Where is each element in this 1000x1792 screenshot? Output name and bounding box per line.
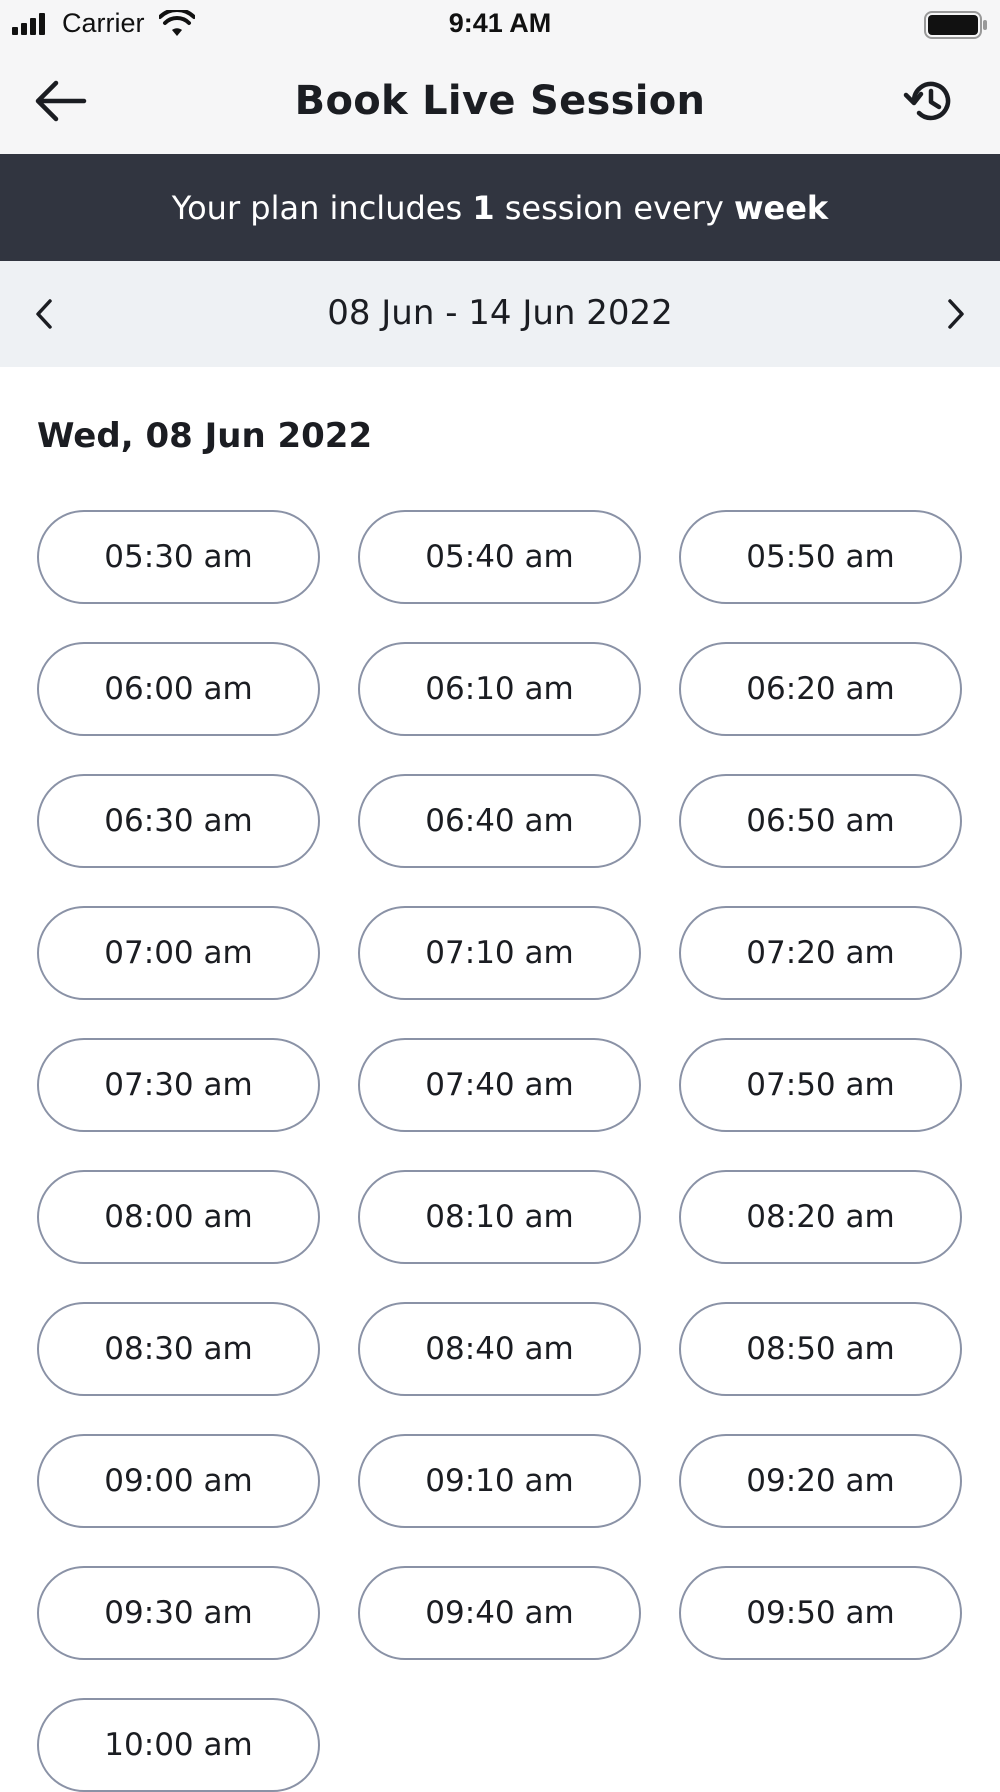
time-slot-button[interactable]: 08:10 am (358, 1170, 641, 1264)
time-slot-button[interactable]: 08:50 am (679, 1302, 962, 1396)
time-slot-button[interactable]: 09:30 am (37, 1566, 320, 1660)
status-bar: Carrier 9:41 AM (0, 0, 1000, 48)
time-slot-button[interactable]: 09:10 am (358, 1434, 641, 1528)
time-slot-button[interactable]: 08:00 am (37, 1170, 320, 1264)
time-slot-button[interactable]: 06:00 am (37, 642, 320, 736)
plan-middle: session every (494, 188, 734, 227)
history-button[interactable] (902, 76, 956, 126)
time-slot-button[interactable]: 08:30 am (37, 1302, 320, 1396)
week-range-label: 08 Jun - 14 Jun 2022 (327, 293, 673, 333)
time-slot-button[interactable]: 08:20 am (679, 1170, 962, 1264)
time-slot-button[interactable]: 06:10 am (358, 642, 641, 736)
plan-banner-text: Your plan includes 1 session every week (172, 189, 828, 227)
time-slot-button[interactable]: 08:40 am (358, 1302, 641, 1396)
plan-banner: Your plan includes 1 session every week (0, 154, 1000, 261)
plan-session-count: 1 (472, 188, 495, 227)
time-slot-button[interactable]: 07:10 am (358, 906, 641, 1000)
time-slot-button[interactable]: 05:40 am (358, 510, 641, 604)
chevron-right-icon (948, 299, 964, 329)
time-slot-button[interactable]: 06:40 am (358, 774, 641, 868)
time-slot-button[interactable]: 07:20 am (679, 906, 962, 1000)
status-time: 9:41 AM (448, 8, 552, 38)
week-selector: 08 Jun - 14 Jun 2022 (0, 261, 1000, 367)
time-slot-button[interactable]: 06:50 am (679, 774, 962, 868)
time-slot-grid: 05:30 am 05:40 am 05:50 am 06:00 am 06:10 am… (37, 510, 963, 1792)
next-week-button[interactable] (940, 291, 970, 337)
battery-icon (924, 11, 987, 39)
plan-period: week (733, 188, 829, 227)
page-title: Book Live Session (294, 78, 706, 124)
time-slot-button[interactable]: 09:40 am (358, 1566, 641, 1660)
time-slot-button[interactable]: 07:40 am (358, 1038, 641, 1132)
time-slot-button[interactable]: 06:20 am (679, 642, 962, 736)
time-slot-button[interactable]: 09:20 am (679, 1434, 962, 1528)
nav-bar: Book Live Session (0, 48, 1000, 154)
time-slot-button[interactable]: 09:00 am (37, 1434, 320, 1528)
plan-prefix: Your plan includes (171, 188, 473, 227)
time-slot-button[interactable]: 07:00 am (37, 906, 320, 1000)
time-slot-button[interactable]: 07:30 am (37, 1038, 320, 1132)
time-slot-button[interactable]: 05:30 am (37, 510, 320, 604)
history-icon (903, 81, 951, 121)
date-heading: Wed, 08 Jun 2022 (37, 416, 373, 456)
time-slot-button[interactable]: 07:50 am (679, 1038, 962, 1132)
time-slot-button[interactable]: 05:50 am (679, 510, 962, 604)
time-slot-button[interactable]: 06:30 am (37, 774, 320, 868)
time-slot-button[interactable]: 09:50 am (679, 1566, 962, 1660)
